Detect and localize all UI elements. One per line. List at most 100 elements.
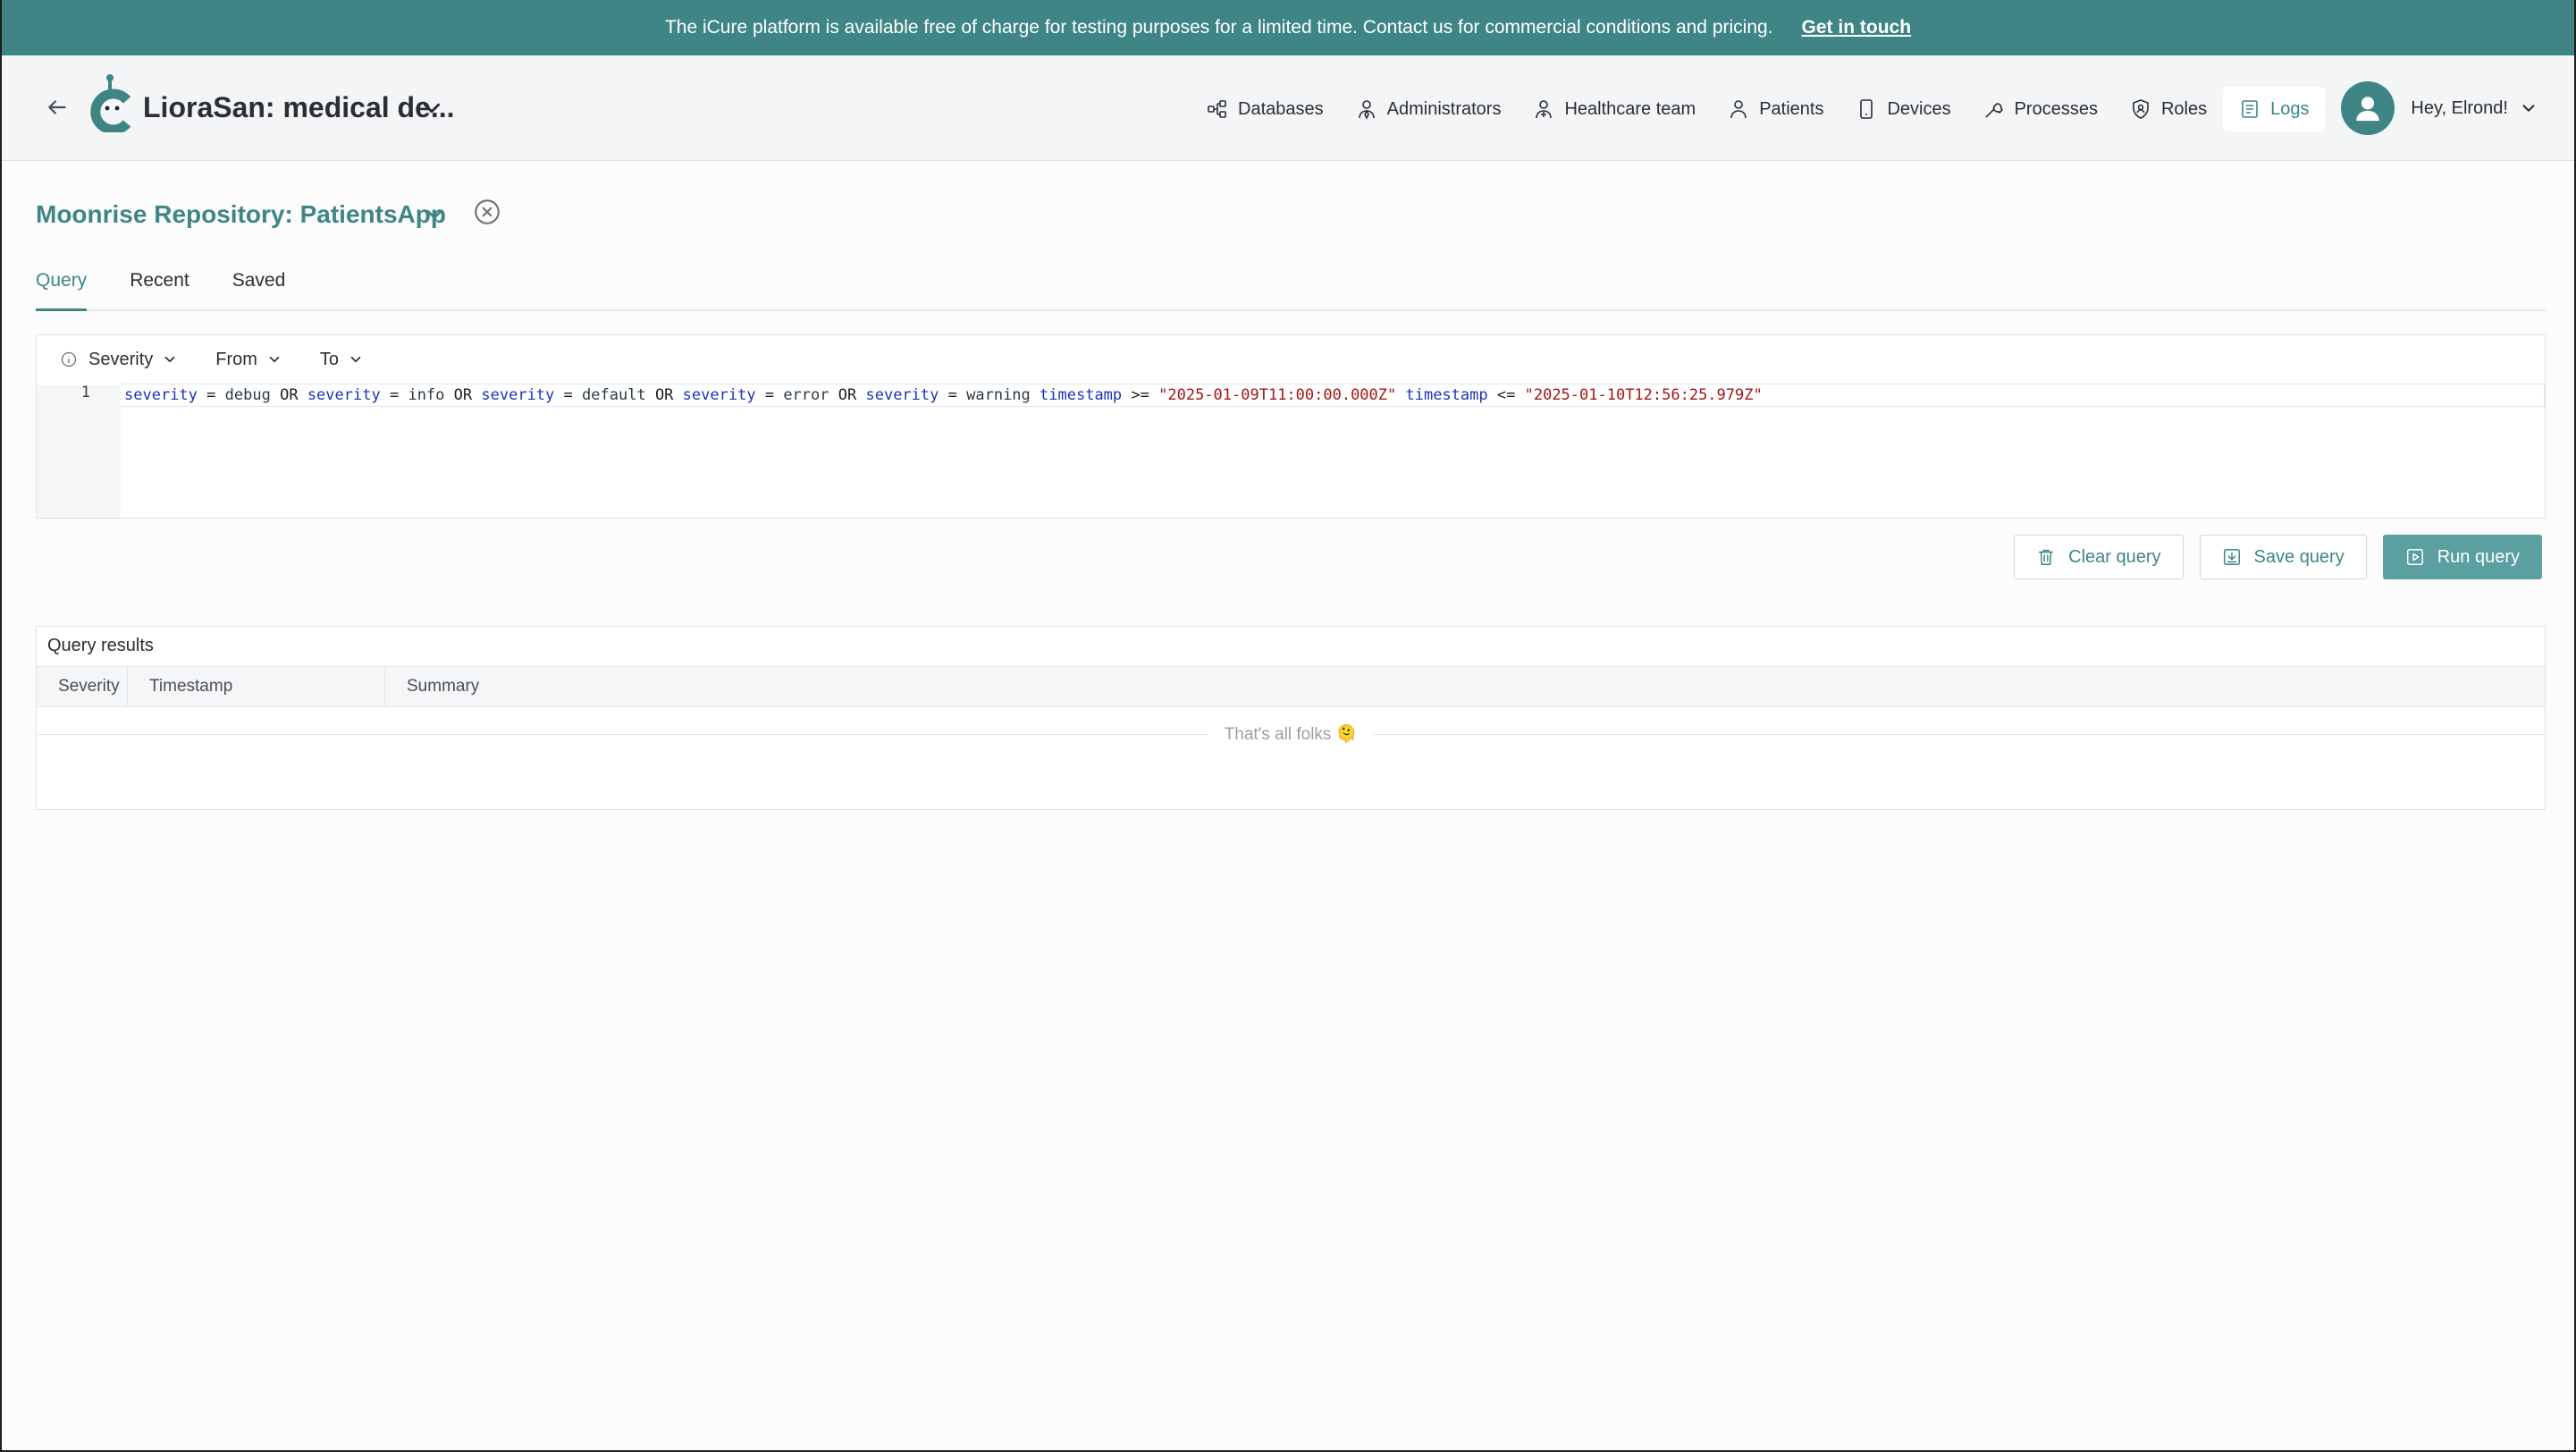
- healthcare-team-icon: [1536, 100, 1553, 119]
- query-field-token: severity: [124, 386, 198, 404]
- button-label: Run query: [2437, 546, 2520, 567]
- nav-administrators[interactable]: Administrators: [1340, 87, 1518, 131]
- app-title[interactable]: LioraSan: medical de...: [143, 91, 455, 124]
- info-icon: [61, 351, 77, 367]
- user-avatar-icon: [2356, 97, 2380, 122]
- tab-saved[interactable]: Saved: [232, 259, 286, 311]
- column-header-timestamp[interactable]: Timestamp: [128, 667, 385, 706]
- run-query-button[interactable]: Run query: [2382, 535, 2542, 579]
- query-field-token: timestamp: [1405, 386, 1488, 404]
- nav-devices[interactable]: Devices: [1839, 87, 1966, 131]
- chevron-down-icon: [269, 356, 280, 363]
- nav-label: Devices: [1887, 98, 1951, 119]
- filter-bar: Severity From To: [60, 346, 401, 373]
- query-operator-token: =: [563, 386, 573, 404]
- column-header-summary[interactable]: Summary: [385, 667, 2545, 706]
- query-results-panel: Query results Severity Timestamp Summary…: [36, 626, 2546, 810]
- device-icon: [1860, 99, 1873, 119]
- line-gutter: [37, 385, 121, 518]
- query-operator-token: =: [947, 386, 957, 404]
- line-number: 1: [80, 384, 90, 401]
- main-nav: Databases Administrators Healthcare team…: [1191, 84, 2326, 134]
- severity-filter[interactable]: Severity: [60, 350, 178, 370]
- chevron-down-icon[interactable]: [418, 95, 445, 122]
- databases-icon: [1208, 100, 1226, 118]
- query-keyword-token: OR: [453, 386, 473, 404]
- button-label: Clear query: [2068, 546, 2161, 567]
- nav-label: Roles: [2160, 98, 2208, 119]
- repository-title[interactable]: Moonrise Repository: PatientsApp: [36, 200, 446, 229]
- nav-label: Processes: [2014, 98, 2098, 119]
- query-actions: Clear query Save query Run query: [1998, 535, 2542, 579]
- query-keyword-token: OR: [654, 386, 674, 404]
- trash-icon: [2039, 549, 2054, 565]
- back-button[interactable]: [41, 91, 73, 123]
- query-value-token: warning: [966, 386, 1031, 404]
- icure-logo-icon: [90, 74, 131, 132]
- end-of-results: That's all folks 🫠: [37, 723, 2545, 745]
- arrow-left-icon: [48, 100, 66, 114]
- query-string-token: "2025-01-10T12:56:25.979Z": [1524, 386, 1763, 404]
- query-text[interactable]: severity = debug OR severity = info OR s…: [121, 384, 2545, 407]
- divider: [37, 733, 1208, 735]
- roles-icon: [2133, 99, 2149, 119]
- chevron-down-icon: [164, 356, 175, 363]
- chevron-down-icon: [2522, 105, 2535, 112]
- nav-roles[interactable]: Roles: [2114, 87, 2223, 131]
- nav-label: Databases: [1238, 98, 1324, 119]
- nav-logs[interactable]: Logs: [2223, 87, 2326, 131]
- nav-healthcare-team[interactable]: Healthcare team: [1517, 87, 1712, 131]
- filter-label: To: [319, 349, 340, 369]
- query-field-token: severity: [865, 386, 939, 404]
- column-header-severity[interactable]: Severity: [37, 667, 128, 706]
- button-label: Save query: [2253, 546, 2344, 567]
- clear-query-button[interactable]: Clear query: [2014, 535, 2184, 579]
- process-icon: [1985, 103, 2003, 118]
- query-field-token: severity: [682, 386, 756, 404]
- query-value-token: default: [582, 386, 646, 404]
- close-circle-icon[interactable]: [472, 197, 502, 227]
- query-operator-token: <=: [1496, 386, 1516, 404]
- chevron-down-icon[interactable]: [422, 202, 447, 227]
- query-field-token: severity: [307, 386, 381, 404]
- chevron-down-icon: [350, 356, 361, 363]
- nav-processes[interactable]: Processes: [1967, 87, 2114, 131]
- filter-label: From: [215, 349, 257, 369]
- query-string-token: "2025-01-09T11:00:00.000Z": [1158, 386, 1397, 404]
- play-icon: [2406, 549, 2423, 565]
- query-tabs: Query Recent Saved: [36, 259, 2546, 311]
- logs-icon: [2242, 100, 2258, 118]
- query-keyword-token: OR: [280, 386, 299, 404]
- query-operator-token: =: [764, 386, 775, 404]
- trial-banner: The iCure platform is available free of …: [2, 0, 2574, 55]
- administrator-icon: [1358, 100, 1375, 120]
- patient-icon: [1730, 100, 1747, 119]
- query-operator-token: =: [389, 386, 400, 404]
- from-filter[interactable]: From: [215, 350, 282, 370]
- nav-databases[interactable]: Databases: [1191, 87, 1340, 131]
- filter-label: Severity: [88, 349, 154, 369]
- to-filter[interactable]: To: [320, 350, 364, 370]
- tab-query[interactable]: Query: [36, 259, 88, 311]
- end-of-results-text: That's all folks 🫠: [1224, 725, 1358, 744]
- query-keyword-token: OR: [838, 386, 857, 404]
- query-field-token: timestamp: [1040, 386, 1123, 404]
- nav-label: Logs: [2270, 98, 2310, 119]
- user-menu[interactable]: Hey, Elrond!: [2341, 80, 2538, 136]
- avatar: [2341, 81, 2395, 135]
- query-value-token: debug: [224, 386, 271, 404]
- nav-label: Administrators: [1386, 98, 1502, 119]
- nav-patients[interactable]: Patients: [1712, 87, 1839, 131]
- tab-recent[interactable]: Recent: [130, 259, 189, 311]
- results-table-header: Severity Timestamp Summary: [37, 666, 2545, 707]
- query-operator-token: >=: [1131, 386, 1149, 404]
- banner-text: The iCure platform is available free of …: [664, 17, 1773, 38]
- nav-label: Patients: [1759, 98, 1824, 119]
- save-query-button[interactable]: Save query: [2199, 535, 2367, 579]
- app-header: LioraSan: medical de... Databases Admini…: [2, 55, 2574, 161]
- get-in-touch-link[interactable]: Get in touch: [1802, 17, 1912, 38]
- query-operator-token: =: [206, 386, 216, 404]
- query-editor: Severity From To 1 severity = debug OR s…: [36, 334, 2546, 519]
- query-field-token: severity: [481, 386, 555, 404]
- query-value-token: error: [783, 386, 829, 404]
